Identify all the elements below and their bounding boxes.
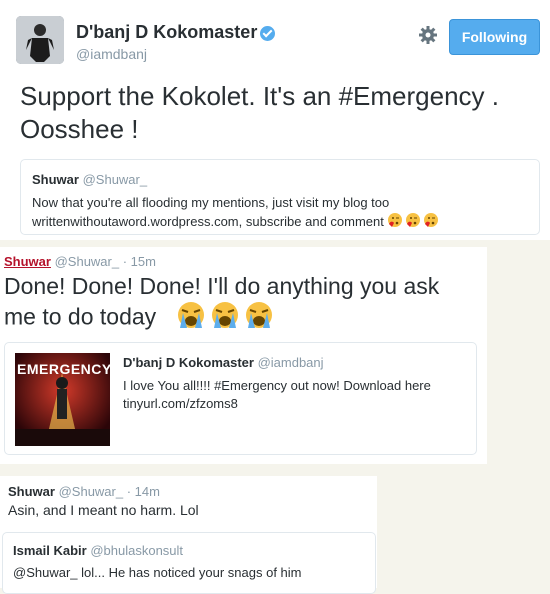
reply2-text: Asin, and I meant no harm. Lol [8,502,199,518]
quoted-author-3: Ismail Kabir @bhulaskonsult [13,543,183,558]
following-button[interactable]: Following [449,19,540,55]
reply-tweet-2: Shuwar @Shuwar_ · 14m Asin, and I meant … [0,476,377,594]
avatar-image [16,16,64,64]
album-cover-title: EMERGENCY [17,361,110,377]
blog-link[interactable]: writtenwithoutaword.wordpress.com, subsc… [32,214,384,229]
avatar[interactable] [16,16,64,64]
quoted-text-2-line1: I love You all!!!! #Emergency out now! D… [123,378,431,393]
album-cover-image: EMERGENCY [15,353,110,446]
author-name[interactable]: D'banj D Kokomaster [76,22,276,43]
quoted-handle-3[interactable]: @bhulaskonsult [90,543,183,558]
quoted-handle[interactable]: @Shuwar_ [83,172,148,187]
reply-time[interactable]: · 15m [123,254,156,269]
quoted-name-2[interactable]: D'banj D Kokomaster [123,355,254,370]
quoted-text: Now that you're all flooding my mentions… [32,194,442,233]
quoted-handle-2[interactable]: @iamdbanj [258,355,324,370]
reply2-author: Shuwar @Shuwar_ · 14m [8,484,160,499]
quoted-text-2: I love You all!!!! #Emergency out now! D… [123,377,431,413]
tweet-text-line2: Oosshee ! [20,114,139,144]
quoted-tweet-2[interactable]: EMERGENCY D'banj D Kokomaster @iamdbanj … [4,342,477,455]
quoted-text-line2: writtenwithoutaword.wordpress.com, subsc… [32,212,442,233]
download-link[interactable]: tinyurl.com/zfzoms8 [123,395,431,413]
reply-text: Done! Done! Done! I'll do anything you a… [4,271,439,336]
tweet-main: D'banj D Kokomaster @iamdbanj Following … [0,0,550,240]
reply-handle[interactable]: @Shuwar_ [55,254,120,269]
reply-name[interactable]: Shuwar [4,254,51,269]
quoted-text-3: @Shuwar_ lol... He has noticed your snag… [13,565,302,580]
tweet-text: Support the Kokolet. It's an #Emergency … [20,80,499,146]
reply2-handle[interactable]: @Shuwar_ [59,484,124,499]
reply2-name[interactable]: Shuwar [8,484,55,499]
quoted-author: Shuwar @Shuwar_ [32,172,147,187]
quoted-name-3[interactable]: Ismail Kabir [13,543,87,558]
kissing-face-icon [387,212,442,233]
reply-author: Shuwar @Shuwar_ · 15m [4,254,156,269]
quoted-text-line1: Now that you're all flooding my mentions… [32,195,390,210]
display-name[interactable]: D'banj D Kokomaster [76,22,257,42]
quoted-tweet[interactable]: Shuwar @Shuwar_ Now that you're all floo… [20,159,540,235]
crying-face-icon [177,301,273,336]
quoted-author-2: D'banj D Kokomaster @iamdbanj [123,355,324,370]
gear-icon[interactable] [418,25,438,45]
reply-text-line1: Done! Done! Done! I'll do anything you a… [4,273,440,299]
author-handle[interactable]: @iamdbanj [76,46,147,62]
quoted-name[interactable]: Shuwar [32,172,79,187]
tweet-text-line1: Support the Kokolet. It's an #Emergency … [20,81,500,111]
verified-icon [260,25,276,41]
reply2-time[interactable]: · 14m [127,484,160,499]
reply-text-line2: me to do today [4,301,439,336]
quoted-tweet-3[interactable]: Ismail Kabir @bhulaskonsult @Shuwar_ lol… [2,532,376,594]
reply-tweet: Shuwar @Shuwar_ · 15m Done! Done! Done! … [0,247,487,464]
